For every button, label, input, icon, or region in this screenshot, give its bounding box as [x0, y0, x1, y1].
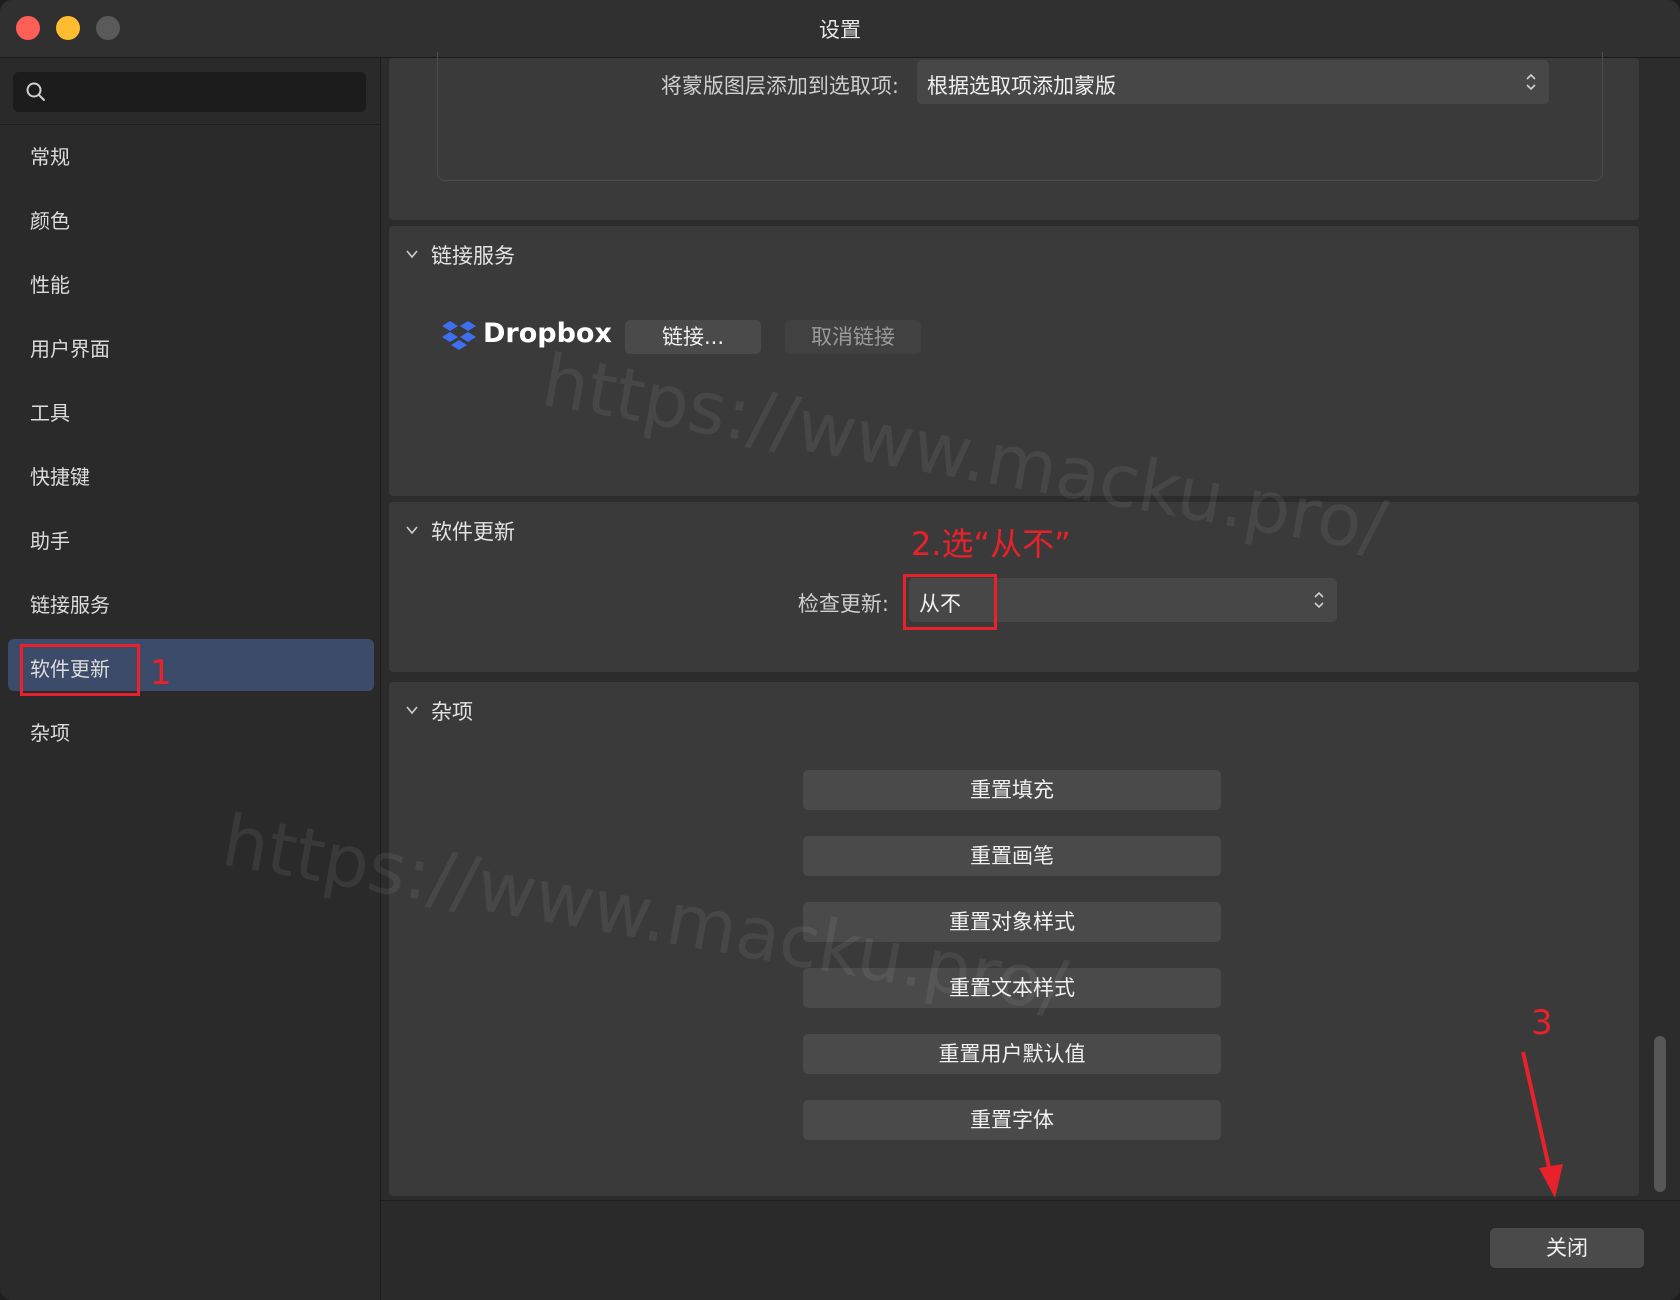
chevron-updown-icon — [1526, 73, 1536, 91]
sidebar-item-link-services[interactable]: 链接服务 — [8, 575, 374, 627]
mask-layer-select[interactable]: 根据选取项添加蒙版 — [917, 60, 1549, 104]
content-scrollbar[interactable] — [1654, 1036, 1666, 1192]
annotation-box-step1 — [20, 644, 140, 696]
sidebar-item-tools[interactable]: 工具 — [8, 383, 374, 435]
dropbox-link-button[interactable]: 链接... — [625, 320, 761, 354]
sidebar-item-assistant[interactable]: 助手 — [8, 511, 374, 563]
chevron-down-icon — [406, 250, 418, 259]
sidebar-divider — [0, 124, 380, 125]
reset-user-defaults-button[interactable]: 重置用户默认值 — [803, 1034, 1221, 1074]
settings-window: 设置 常规 颜色 性能 用户界面 工具 快捷键 助手 链接服务 软件更新 杂项 … — [0, 0, 1680, 1300]
software-update-panel: 软件更新 2.选“从不” 检查更新: 从不 — [389, 502, 1639, 672]
sidebar-item-performance[interactable]: 性能 — [8, 255, 374, 307]
mask-layer-value: 根据选取项添加蒙版 — [927, 74, 1116, 98]
reset-object-styles-button[interactable]: 重置对象样式 — [803, 902, 1221, 942]
settings-content: 将蒙版图层添加到选取项: 根据选取项添加蒙版 链接服务 Dropbox 链接..… — [216, 52, 1680, 1200]
misc-panel: 杂项 重置填充 重置画笔 重置对象样式 重置文本样式 重置用户默认值 重置字体 — [389, 682, 1639, 1196]
annotation-step3: 3 — [1531, 1003, 1553, 1043]
misc-header[interactable]: 杂项 — [405, 696, 473, 726]
title-bar: 设置 — [0, 0, 1680, 58]
sidebar-item-shortcuts[interactable]: 快捷键 — [8, 447, 374, 499]
reset-brushes-button[interactable]: 重置画笔 — [803, 836, 1221, 876]
sidebar-item-general[interactable]: 常规 — [8, 127, 374, 179]
mask-panel: 将蒙版图层添加到选取项: 根据选取项添加蒙版 — [389, 52, 1639, 220]
annotation-step1: 1 — [150, 653, 172, 693]
search-input[interactable] — [57, 76, 361, 110]
window-title: 设置 — [819, 18, 861, 42]
dropbox-logo-icon — [442, 321, 476, 350]
reset-fonts-button[interactable]: 重置字体 — [803, 1100, 1221, 1140]
reset-text-styles-button[interactable]: 重置文本样式 — [803, 968, 1221, 1008]
search-box[interactable] — [13, 72, 366, 112]
chevron-down-icon — [406, 526, 418, 535]
mask-layer-label: 将蒙版图层添加到选取项: — [660, 74, 899, 98]
reset-fill-button[interactable]: 重置填充 — [803, 770, 1221, 810]
dropbox-unlink-button[interactable]: 取消链接 — [785, 320, 921, 354]
sidebar: 常规 颜色 性能 用户界面 工具 快捷键 助手 链接服务 软件更新 杂项 1 — [0, 58, 381, 1300]
sidebar-item-color[interactable]: 颜色 — [8, 191, 374, 243]
annotation-box-step2 — [903, 574, 997, 630]
chevron-updown-icon — [1314, 591, 1324, 609]
annotation-arrow-step3 — [1521, 1051, 1563, 1198]
annotation-step2: 2.选“从不” — [911, 525, 1071, 563]
sidebar-item-misc[interactable]: 杂项 — [8, 703, 374, 755]
footer-bar: 关闭 — [381, 1200, 1680, 1300]
close-button[interactable]: 关闭 — [1490, 1228, 1644, 1268]
link-services-header[interactable]: 链接服务 — [405, 240, 515, 270]
check-update-label: 检查更新: — [797, 592, 889, 616]
link-services-panel: 链接服务 Dropbox 链接... 取消链接 — [389, 226, 1639, 496]
sidebar-item-user-interface[interactable]: 用户界面 — [8, 319, 374, 371]
chevron-down-icon — [406, 706, 418, 715]
dropbox-label: Dropbox — [483, 318, 612, 349]
software-update-header[interactable]: 软件更新 — [405, 516, 515, 546]
search-icon — [26, 82, 45, 101]
